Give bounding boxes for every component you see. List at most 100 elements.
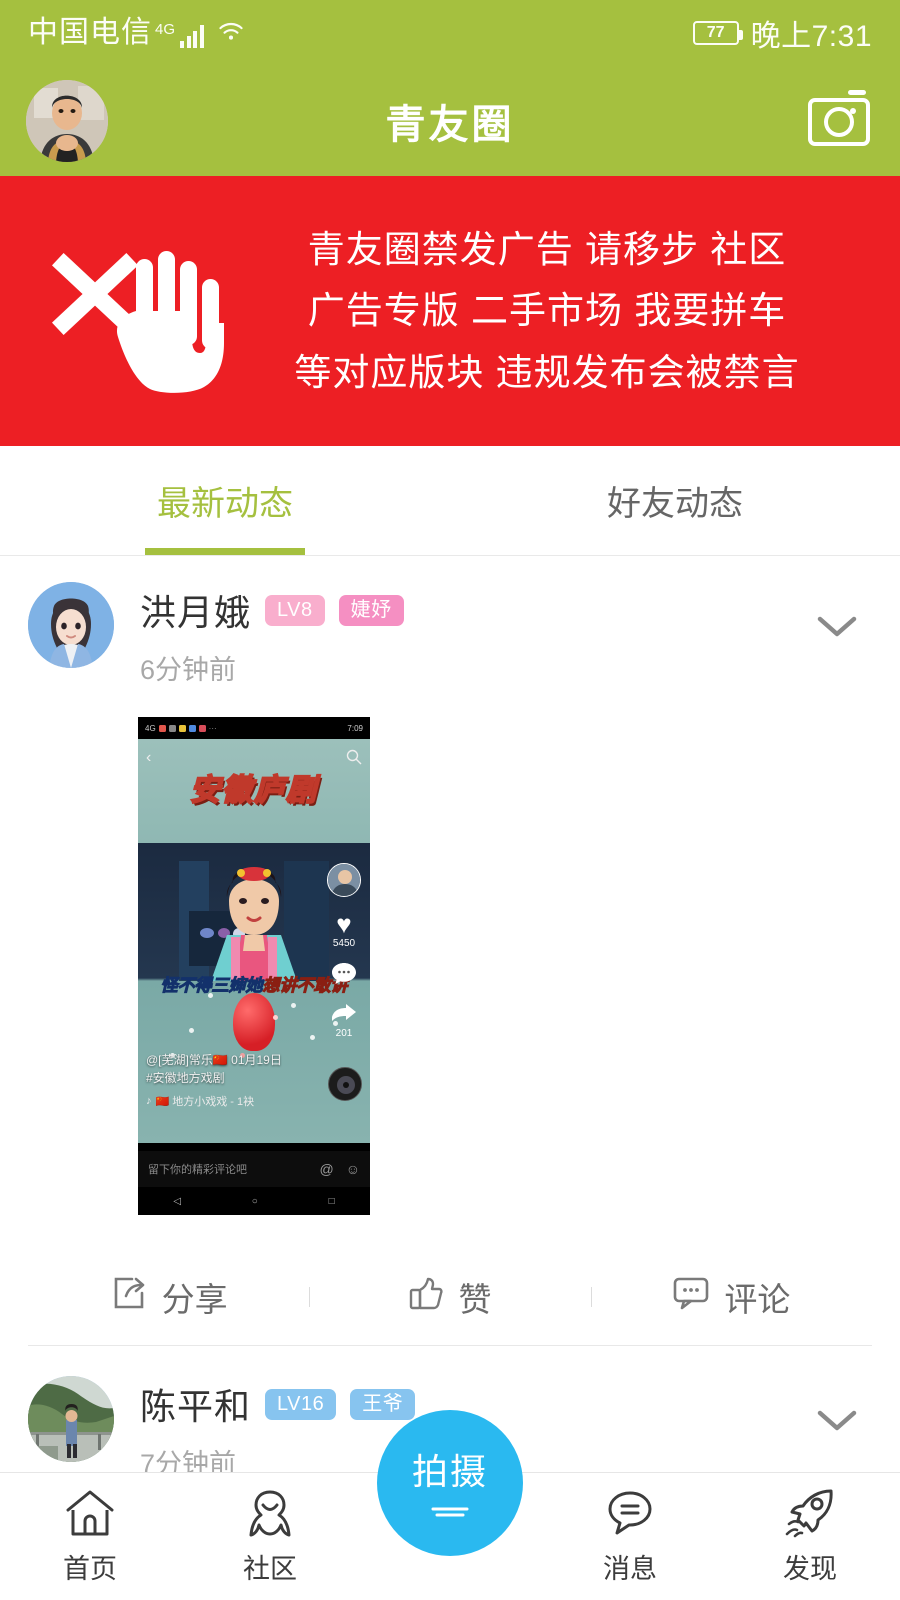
post-author-name[interactable]: 陈平和 xyxy=(140,1378,251,1430)
at-icon[interactable]: @ xyxy=(319,1161,333,1177)
banner-icon-group xyxy=(30,211,240,411)
feed-post: 洪月娥 LV8 婕妤 6分钟前 4G ··· 7:09 ‹ 安徽庐剧 怪不得三婶… xyxy=(0,556,900,1345)
comment-label: 评论 xyxy=(724,1281,791,1318)
inner-status-icons: 4G ··· xyxy=(145,723,217,733)
x-icon xyxy=(51,252,139,336)
feed-tabs: 最新动态 好友动态 xyxy=(0,446,900,556)
emoji-icon[interactable]: ☺ xyxy=(346,1161,360,1177)
caption-hashtag[interactable]: #安徽地方戏剧 xyxy=(146,1069,282,1087)
status-bar-left: 中国电信 4G xyxy=(28,18,246,48)
video-music-row[interactable]: ♪ 🇨🇳 地方小戏戏 - 1袂 xyxy=(146,1093,254,1109)
level-badge: LV16 xyxy=(265,1388,337,1420)
video-action-rail: ♥ 5450 201 xyxy=(324,863,364,1051)
nav-item-home[interactable]: 首页 xyxy=(0,1487,180,1586)
nav-label-home: 首页 xyxy=(63,1554,117,1584)
inner-status-bar: 4G ··· 7:09 xyxy=(138,717,370,739)
video-header: ‹ 安徽庐剧 xyxy=(138,739,370,843)
caption-user[interactable]: @[芜湖]常乐🇨🇳 xyxy=(146,1053,228,1067)
share-icon xyxy=(110,1274,148,1320)
nav-label-community: 社区 xyxy=(243,1554,297,1584)
banner-line-2: 广告专版 二手市场 我要拼车 xyxy=(307,290,787,332)
author-avatar[interactable] xyxy=(327,863,361,897)
status-bar: 中国电信 4G 77 晚上7:31 xyxy=(0,0,900,66)
carrier-label: 中国电信 xyxy=(28,16,152,49)
back-arrow-icon[interactable]: ‹ xyxy=(146,749,151,767)
page-title: 青友圈 xyxy=(385,103,515,147)
banner-text: 青友圈禁发广告 请移步 社区 广告专版 二手市场 我要拼车 等对应版块 违规发布… xyxy=(240,219,864,402)
comment-input-bar[interactable]: 留下你的精彩评论吧 @ ☺ xyxy=(138,1151,370,1187)
share-arrow-icon[interactable] xyxy=(324,1001,364,1027)
post-image[interactable]: 4G ··· 7:09 ‹ 安徽庐剧 怪不得三婶她想讲不敢讲 ♥ 5450 20… xyxy=(138,717,370,1215)
video-subtitle-left: 怪不得三婶她 xyxy=(160,976,263,996)
inner-status-time: 7:09 xyxy=(347,723,363,733)
nav-item-discover[interactable]: 发现 xyxy=(720,1487,900,1586)
post-name-line: 陈平和 LV16 王爷 xyxy=(140,1378,872,1430)
thumbs-up-icon xyxy=(408,1275,444,1319)
avatar[interactable] xyxy=(28,582,114,668)
like-count: 5450 xyxy=(332,938,356,949)
android-recents-icon[interactable]: □ xyxy=(329,1196,335,1207)
post-header: 洪月娥 LV8 婕妤 6分钟前 xyxy=(28,582,872,687)
like-button[interactable]: 赞 xyxy=(309,1273,590,1321)
title-badge: 王爷 xyxy=(350,1388,416,1420)
like-label: 赞 xyxy=(458,1281,492,1318)
post-author-name[interactable]: 洪月娥 xyxy=(140,584,251,636)
music-disc-icon[interactable] xyxy=(328,1067,362,1101)
video-title-text: 安徽庐剧 xyxy=(189,773,318,808)
music-note-icon: ♪ xyxy=(146,1095,152,1107)
warning-banner[interactable]: 青友圈禁发广告 请移步 社区 广告专版 二手市场 我要拼车 等对应版块 违规发布… xyxy=(0,176,900,446)
post-action-bar: 分享 赞 评论 xyxy=(28,1249,872,1345)
post-body: 4G ··· 7:09 ‹ 安徽庐剧 怪不得三婶她想讲不敢讲 ♥ 5450 20… xyxy=(28,687,872,1215)
chevron-down-icon[interactable] xyxy=(814,1406,860,1434)
share-label: 分享 xyxy=(161,1281,228,1318)
android-back-icon[interactable]: ◁ xyxy=(173,1196,181,1207)
tab-latest[interactable]: 最新动态 xyxy=(0,446,450,555)
shoot-button-label: 拍摄 xyxy=(411,1451,488,1492)
home-icon xyxy=(63,1487,117,1539)
discover-rocket-icon xyxy=(783,1487,837,1539)
comment-button[interactable]: 评论 xyxy=(590,1273,872,1321)
music-title: 🇨🇳 地方小戏戏 - 1袂 xyxy=(155,1096,255,1108)
level-badge: LV8 xyxy=(265,594,325,626)
signal-bars-icon xyxy=(180,24,204,48)
comment-bar-icons: @ ☺ xyxy=(319,1161,360,1177)
app-header: 青友圈 xyxy=(0,66,900,176)
community-icon xyxy=(243,1487,297,1539)
share-count: 201 xyxy=(335,1028,353,1039)
title-badge: 婕妤 xyxy=(338,594,404,626)
post-name-line: 洪月娥 LV8 婕妤 xyxy=(140,584,872,636)
avatar[interactable] xyxy=(28,1376,114,1462)
camera-icon[interactable] xyxy=(804,86,874,156)
inner-android-navbar: ◁ ○ □ xyxy=(138,1187,370,1215)
tab-friends[interactable]: 好友动态 xyxy=(450,446,900,555)
wifi-icon xyxy=(216,19,246,48)
banner-line-3: 等对应版块 违规发布会被禁言 xyxy=(294,351,800,393)
share-button[interactable]: 分享 xyxy=(28,1273,309,1321)
banner-line-1: 青友圈禁发广告 请移步 社区 xyxy=(307,229,787,271)
comment-icon xyxy=(672,1276,710,1318)
app-screen: 中国电信 4G 77 晚上7:31 青友圈 青友圈禁发广告 请移步 社区 广告专… xyxy=(0,0,900,1600)
nav-item-message[interactable]: 消息 xyxy=(540,1487,720,1586)
caption-date: 01月19日 xyxy=(231,1053,282,1067)
battery-icon: 77 xyxy=(692,21,743,45)
status-bar-right: 77 晚上7:31 xyxy=(692,11,872,55)
network-type-label: 4G xyxy=(155,21,176,38)
search-icon[interactable] xyxy=(346,749,362,768)
stop-hand-icon xyxy=(116,251,224,393)
nav-label-message: 消息 xyxy=(603,1554,657,1584)
video-caption: @[芜湖]常乐🇨🇳 01月19日 #安徽地方戏剧 xyxy=(146,1051,282,1087)
shoot-button-lines xyxy=(431,1505,469,1523)
nav-item-community[interactable]: 社区 xyxy=(180,1487,360,1586)
heart-icon[interactable]: ♥ xyxy=(324,911,364,937)
post-timestamp: 6分钟前 xyxy=(140,655,237,685)
clock-label: 晚上7:31 xyxy=(750,20,872,53)
video-frame: 怪不得三婶她想讲不敢讲 ♥ 5450 201 @[芜湖]常乐🇨🇳 01月19日 … xyxy=(138,843,370,1143)
shoot-button[interactable]: 拍摄 xyxy=(377,1410,523,1556)
nav-label-discover: 发现 xyxy=(783,1554,837,1584)
post-meta: 洪月娥 LV8 婕妤 6分钟前 xyxy=(140,582,872,687)
comment-bubble-icon[interactable] xyxy=(324,961,364,989)
chevron-down-icon[interactable] xyxy=(814,612,860,640)
android-home-icon[interactable]: ○ xyxy=(252,1196,258,1207)
comment-placeholder: 留下你的精彩评论吧 xyxy=(148,1164,247,1176)
avatar[interactable] xyxy=(26,80,108,162)
